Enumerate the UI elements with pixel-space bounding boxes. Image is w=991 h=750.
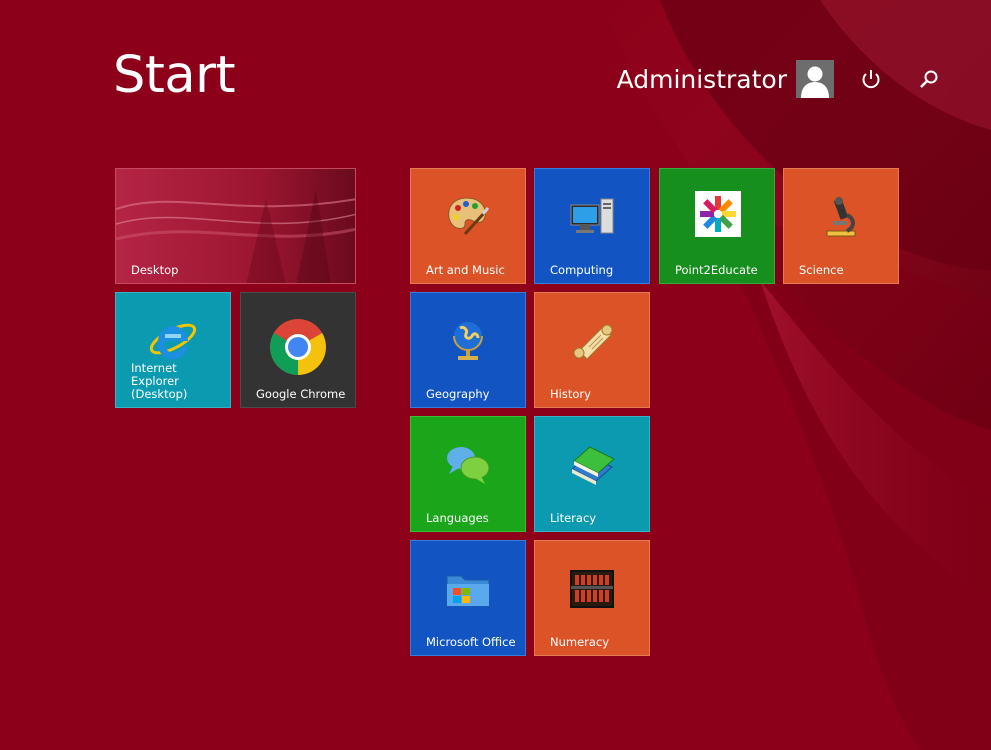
tile-history-label: History [550, 387, 591, 401]
point2educate-logo-icon [695, 191, 741, 237]
tile-computing[interactable]: Computing [534, 168, 650, 284]
globe-icon [453, 322, 483, 360]
chrome-icon [270, 319, 326, 375]
user-account[interactable]: Administrator [617, 60, 834, 98]
tile-science[interactable]: Science [783, 168, 899, 284]
tile-internet-explorer-label: Internet Explorer (Desktop) [131, 361, 188, 401]
tile-languages-label: Languages [426, 511, 489, 525]
books-icon [571, 446, 615, 485]
tile-art-and-music-label: Art and Music [426, 263, 505, 277]
tile-art-and-music[interactable]: Art and Music [410, 168, 526, 284]
power-icon[interactable] [858, 66, 884, 92]
tile-history[interactable]: History [534, 292, 650, 408]
tile-geography-label: Geography [426, 387, 490, 401]
computer-icon [570, 198, 614, 234]
tile-geography[interactable]: Geography [410, 292, 526, 408]
tile-internet-explorer[interactable]: Internet Explorer (Desktop) [115, 292, 231, 408]
tile-numeracy-label: Numeracy [550, 635, 610, 649]
user-name: Administrator [616, 64, 787, 94]
search-icon[interactable] [916, 66, 942, 92]
tile-google-chrome-label: Google Chrome [256, 387, 346, 401]
tile-desktop[interactable]: Desktop [115, 168, 356, 284]
tile-microsoft-office-label: Microsoft Office [426, 635, 516, 649]
paint-palette-icon [448, 197, 490, 236]
tile-literacy-label: Literacy [550, 511, 597, 525]
tile-microsoft-office[interactable]: Microsoft Office [410, 540, 526, 656]
abacus-icon [570, 570, 614, 608]
scroll-icon [573, 324, 613, 360]
office-folder-icon [446, 575, 490, 607]
speech-bubbles-icon [447, 447, 490, 484]
tile-science-label: Science [799, 263, 844, 277]
tile-numeracy[interactable]: Numeracy [534, 540, 650, 656]
start-title: Start [113, 46, 236, 105]
tile-point2educate-label: Point2Educate [675, 263, 758, 277]
internet-explorer-icon [149, 323, 197, 360]
tile-languages[interactable]: Languages [410, 416, 526, 532]
user-avatar-icon [796, 60, 834, 98]
microscope-icon [826, 197, 856, 237]
tile-desktop-label: Desktop [131, 263, 179, 277]
tile-point2educate[interactable]: Point2Educate [659, 168, 775, 284]
tile-google-chrome[interactable]: Google Chrome [240, 292, 356, 408]
tile-computing-label: Computing [550, 263, 614, 277]
tile-literacy[interactable]: Literacy [534, 416, 650, 532]
